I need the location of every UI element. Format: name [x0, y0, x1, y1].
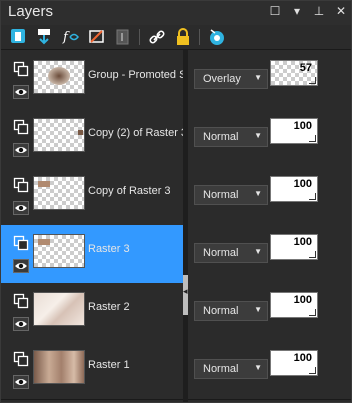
title-bar: Layers ☐ ▾ ⊥ ✕ — [1, 1, 351, 25]
layer-thumbnail — [33, 350, 85, 384]
opacity-field[interactable]: 57 — [270, 60, 318, 86]
opacity-value: 57 — [299, 62, 312, 74]
visibility-eye-icon[interactable] — [13, 317, 29, 331]
layer-name: Copy of Raster 3 — [88, 185, 171, 197]
visibility-eye-icon[interactable] — [13, 259, 29, 273]
layer-type-icon[interactable] — [13, 235, 29, 251]
collapse-arrow-icon[interactable]: ◂ — [183, 286, 188, 297]
layer-type-icon[interactable] — [13, 293, 29, 309]
blend-mode-dropdown[interactable]: Normal ▼ — [194, 127, 268, 147]
layer-row[interactable]: Raster 3 Normal ▼ 100 — [1, 225, 351, 284]
resize-corner-icon — [309, 309, 316, 316]
layers-panel: Layers ☐ ▾ ⊥ ✕ f Group - Promoted S Over… — [0, 0, 352, 403]
close-icon[interactable]: ✕ — [335, 4, 347, 18]
layer-thumbnail — [33, 292, 85, 326]
layer-properties: Normal ▼ 100 — [188, 167, 351, 226]
layer-properties: Normal ▼ 100 — [188, 283, 351, 342]
layer-thumbnail — [33, 60, 85, 94]
pin-icon[interactable]: ⊥ — [313, 4, 325, 18]
resize-corner-icon — [309, 77, 316, 84]
merge-down-icon[interactable] — [35, 27, 55, 47]
svg-text:f: f — [62, 30, 70, 45]
layer-type-icon[interactable] — [13, 119, 29, 135]
opacity-field[interactable]: 100 — [270, 176, 318, 202]
blend-mode-value: Normal — [203, 131, 239, 143]
layer-row[interactable]: Raster 1 Normal ▼ 100 — [1, 341, 351, 400]
layer-type-icon[interactable] — [13, 177, 29, 193]
visibility-eye-icon[interactable] — [13, 201, 29, 215]
edit-selection-icon[interactable] — [113, 27, 133, 47]
blend-mode-dropdown[interactable]: Normal ▼ — [194, 301, 268, 321]
blend-mode-value: Normal — [203, 247, 239, 259]
resize-corner-icon — [309, 251, 316, 258]
layer-info[interactable]: Raster 3 — [1, 225, 183, 284]
opacity-value: 100 — [293, 178, 312, 190]
layer-name: Raster 2 — [88, 301, 130, 313]
layer-properties: Overlay ▼ 57 — [188, 51, 351, 110]
blend-mode-value: Normal — [203, 363, 239, 375]
lock-icon[interactable] — [173, 27, 193, 47]
layer-info[interactable]: Raster 1 — [1, 341, 183, 400]
visibility-eye-icon[interactable] — [13, 85, 29, 99]
layer-thumbnail — [33, 234, 85, 268]
mask-icon[interactable] — [87, 27, 107, 47]
layer-properties: Normal ▼ 100 — [188, 109, 351, 168]
link-icon[interactable] — [147, 27, 167, 47]
layer-thumbnail — [33, 118, 85, 152]
opacity-value: 100 — [293, 294, 312, 306]
visibility-eye-icon[interactable] — [13, 375, 29, 389]
resize-corner-icon — [309, 367, 316, 374]
blend-mode-dropdown[interactable]: Overlay ▼ — [194, 69, 268, 89]
opacity-value: 100 — [293, 236, 312, 248]
dropdown-icon[interactable]: ▾ — [291, 4, 303, 18]
layers-toolbar: f — [1, 25, 351, 50]
new-layer-icon[interactable] — [9, 27, 29, 47]
layer-properties: Normal ▼ 100 — [188, 225, 351, 284]
layer-name: Group - Promoted Selection — [88, 69, 183, 81]
layer-info[interactable]: Copy (2) of Raster 3 — [1, 109, 183, 168]
view-icon[interactable] — [207, 27, 227, 47]
resize-corner-icon — [309, 135, 316, 142]
layer-info[interactable]: Copy of Raster 3 — [1, 167, 183, 226]
opacity-field[interactable]: 100 — [270, 292, 318, 318]
layer-name: Raster 1 — [88, 359, 130, 371]
panel-splitter[interactable]: ◂ — [183, 50, 188, 402]
layer-name: Copy (2) of Raster 3 — [88, 127, 183, 139]
chevron-down-icon: ▼ — [254, 131, 262, 140]
layer-row[interactable]: Copy of Raster 3 Normal ▼ 100 — [1, 167, 351, 226]
layer-info[interactable]: Raster 2 — [1, 283, 183, 342]
layer-info[interactable]: Group - Promoted Selection — [1, 51, 183, 110]
resize-corner-icon — [309, 193, 316, 200]
chevron-down-icon: ▼ — [254, 363, 262, 372]
layer-properties: Normal ▼ 100 — [188, 341, 351, 400]
blend-mode-value: Overlay — [203, 73, 241, 85]
layer-type-icon[interactable] — [13, 351, 29, 367]
opacity-value: 100 — [293, 120, 312, 132]
layer-row[interactable]: Group - Promoted Selection Overlay ▼ 57 — [1, 51, 351, 110]
blend-mode-value: Normal — [203, 189, 239, 201]
panel-title: Layers — [8, 3, 54, 20]
opacity-field[interactable]: 100 — [270, 234, 318, 260]
opacity-value: 100 — [293, 352, 312, 364]
chevron-down-icon: ▼ — [254, 189, 262, 198]
fx-effects-icon[interactable]: f — [61, 27, 81, 47]
blend-mode-dropdown[interactable]: Normal ▼ — [194, 243, 268, 263]
layer-type-icon[interactable] — [13, 61, 29, 77]
blend-mode-dropdown[interactable]: Normal ▼ — [194, 359, 268, 379]
opacity-field[interactable]: 100 — [270, 118, 318, 144]
layers-list: Group - Promoted Selection Overlay ▼ 57 — [1, 50, 351, 402]
layer-row[interactable]: Raster 2 Normal ▼ 100 — [1, 283, 351, 342]
chevron-down-icon: ▼ — [254, 247, 262, 256]
chevron-down-icon: ▼ — [254, 73, 262, 82]
opacity-field[interactable]: 100 — [270, 350, 318, 376]
maximize-icon[interactable]: ☐ — [269, 4, 281, 18]
blend-mode-value: Normal — [203, 305, 239, 317]
layer-name: Raster 3 — [88, 243, 130, 255]
layer-thumbnail — [33, 176, 85, 210]
layer-row[interactable]: Copy (2) of Raster 3 Normal ▼ 100 — [1, 109, 351, 168]
visibility-eye-icon[interactable] — [13, 143, 29, 157]
chevron-down-icon: ▼ — [254, 305, 262, 314]
blend-mode-dropdown[interactable]: Normal ▼ — [194, 185, 268, 205]
